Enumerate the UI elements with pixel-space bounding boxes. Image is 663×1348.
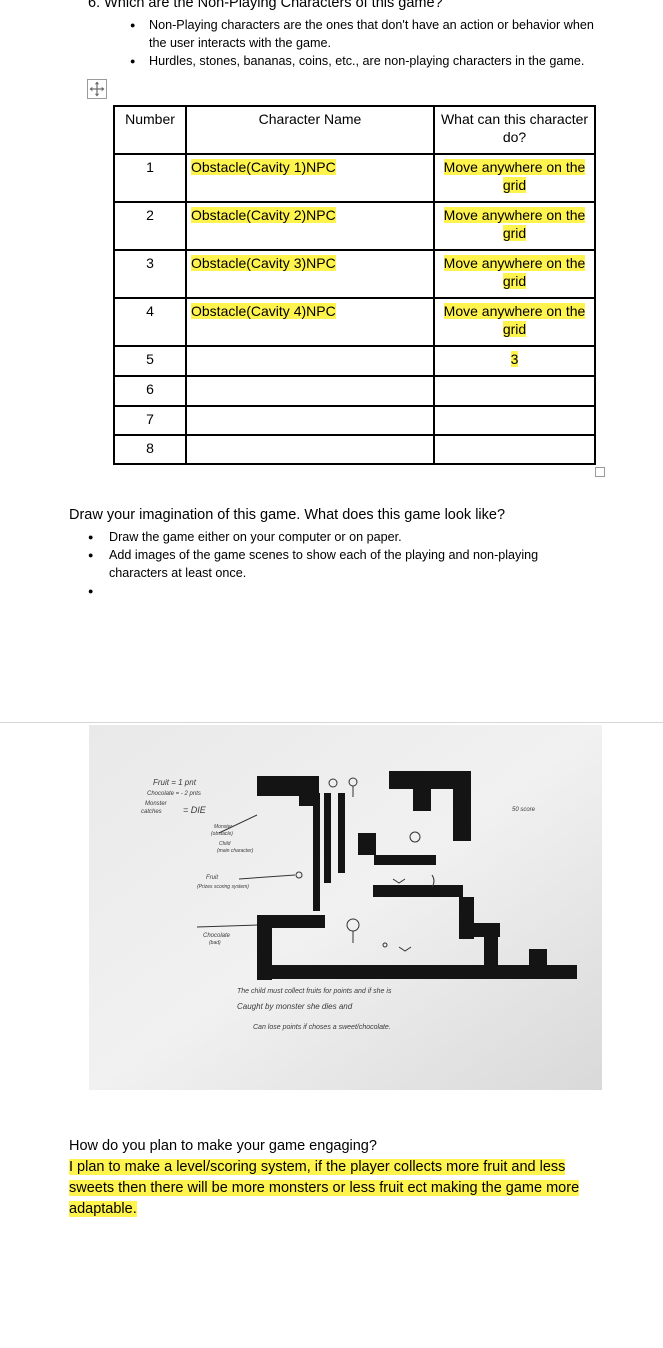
- cell-name: [185, 405, 435, 436]
- maze-wall: [324, 793, 331, 883]
- cell-number: 4: [113, 297, 187, 347]
- cell-action-text: Move anywhere on the grid: [443, 255, 586, 289]
- cell-action: Move anywhere on the grid: [433, 297, 596, 347]
- cell-action: Move anywhere on the grid: [433, 153, 596, 203]
- maze-wall: [453, 771, 471, 841]
- cell-name: Obstacle(Cavity 1)NPC: [185, 153, 435, 203]
- cell-name: Obstacle(Cavity 3)NPC: [185, 249, 435, 299]
- question-6-bullets: Non-Playing characters are the ones that…: [105, 16, 605, 70]
- photo-legend-fruit: Fruit = 1 pnt: [153, 778, 197, 787]
- photo-label-fruit: Fruit: [206, 875, 218, 881]
- cell-name: [185, 375, 435, 407]
- photo-legend-catches: catches: [141, 809, 162, 815]
- draw-section-bullets: Draw the game either on your computer or…: [69, 528, 589, 600]
- cell-number: 2: [113, 201, 187, 251]
- photo-legend-chocolate: Chocolate = - 2 pnts: [147, 791, 201, 797]
- cell-action: [433, 434, 596, 465]
- cell-action: Move anywhere on the grid: [433, 201, 596, 251]
- game-drawing-photo[interactable]: Fruit = 1 pnt Chocolate = - 2 pnts Monst…: [89, 725, 602, 1090]
- engagement-question: How do you plan to make your game engagi…: [69, 1138, 377, 1154]
- cell-number: 6: [113, 375, 187, 407]
- table-move-handle[interactable]: [87, 79, 107, 99]
- photo-label-monster-sub: (obstacle): [211, 831, 233, 837]
- table-row: 7: [113, 405, 596, 436]
- maze-wall: [484, 925, 498, 965]
- question-6-title: 6. Which are the Non-Playing Characters …: [88, 0, 443, 11]
- cell-name-text: Obstacle(Cavity 2)NPC: [191, 207, 336, 223]
- maze-wall: [459, 897, 474, 939]
- cell-action-text: Move anywhere on the grid: [443, 207, 586, 241]
- cell-number: 1: [113, 153, 187, 203]
- table-row: 5 3: [113, 345, 596, 377]
- maze-wall: [529, 949, 547, 969]
- maze-wall: [374, 855, 436, 865]
- bullet-item: Non-Playing characters are the ones that…: [105, 16, 605, 52]
- cell-name: [185, 434, 435, 465]
- cell-action: Move anywhere on the grid: [433, 249, 596, 299]
- table-row: 6: [113, 375, 596, 407]
- cell-name: Obstacle(Cavity 4)NPC: [185, 297, 435, 347]
- cell-name-text: Obstacle(Cavity 4)NPC: [191, 303, 336, 319]
- photo-label-child-sub: (main character): [217, 848, 254, 854]
- cell-action: [433, 375, 596, 407]
- table-row: 8: [113, 434, 596, 465]
- photo-label-chocolate: Chocolate: [203, 933, 231, 939]
- maze-wall: [373, 885, 463, 897]
- header-number: Number: [113, 105, 187, 155]
- draw-section-title: Draw your imagination of this game. What…: [69, 507, 506, 523]
- cell-number: 7: [113, 405, 187, 436]
- photo-label-monster: Monster: [214, 824, 232, 830]
- bullet-item-empty: [69, 582, 589, 600]
- cell-action: 3: [433, 345, 596, 377]
- game-sketch: Fruit = 1 pnt Chocolate = - 2 pnts Monst…: [89, 725, 602, 1090]
- table-header-row: Number Character Name What can this char…: [113, 105, 596, 155]
- cell-name-text: Obstacle(Cavity 1)NPC: [191, 159, 336, 175]
- cell-number: 3: [113, 249, 187, 299]
- photo-caption-line-1: The child must collect fruits for points…: [237, 988, 392, 995]
- cell-name-text: Obstacle(Cavity 3)NPC: [191, 255, 336, 271]
- photo-label-score: 50 score: [512, 807, 536, 813]
- cell-action-text: Move anywhere on the grid: [443, 303, 586, 337]
- header-character-action: What can this character do?: [433, 105, 596, 155]
- engagement-answer-text: I plan to make a level/scoring system, i…: [69, 1159, 580, 1217]
- page-break: [0, 722, 663, 723]
- maze-wall: [257, 915, 325, 928]
- maze-wall: [338, 793, 345, 873]
- table-row: 2 Obstacle(Cavity 2)NPC Move anywhere on…: [113, 201, 596, 251]
- engagement-answer: I plan to make a level/scoring system, i…: [69, 1157, 589, 1220]
- table-resize-handle[interactable]: [595, 467, 605, 477]
- cell-name: Obstacle(Cavity 2)NPC: [185, 201, 435, 251]
- cell-action: [433, 405, 596, 436]
- cell-number: 5: [113, 345, 187, 377]
- table-row: 4 Obstacle(Cavity 4)NPC Move anywhere on…: [113, 297, 596, 347]
- npc-table: Number Character Name What can this char…: [113, 105, 596, 465]
- bullet-item: Draw the game either on your computer or…: [69, 528, 589, 546]
- table-row: 3 Obstacle(Cavity 3)NPC Move anywhere on…: [113, 249, 596, 299]
- photo-label-chocolate-sub: (bad): [209, 940, 221, 946]
- cell-action-text: Move anywhere on the grid: [443, 159, 586, 193]
- photo-label-child: Child: [219, 841, 231, 847]
- photo-legend-die: = DIE: [183, 805, 207, 815]
- maze-wall: [413, 789, 431, 811]
- table-row: 1 Obstacle(Cavity 1)NPC Move anywhere on…: [113, 153, 596, 203]
- photo-caption-line-2: Caught by monster she dies and: [237, 1002, 353, 1011]
- bullet-item: Add images of the game scenes to show ea…: [69, 546, 589, 582]
- header-character-name: Character Name: [185, 105, 435, 155]
- move-icon: [89, 81, 105, 97]
- maze-wall: [313, 793, 320, 911]
- photo-label-fruit-sub: (Prizes scoring system): [197, 884, 249, 890]
- cell-number: 8: [113, 434, 187, 465]
- maze-wall: [358, 833, 376, 855]
- photo-caption-line-3: Can lose points if choses a sweet/chocol…: [253, 1024, 391, 1031]
- photo-legend-monster: Monster: [145, 801, 168, 807]
- bullet-item: Hurdles, stones, bananas, coins, etc., a…: [105, 52, 605, 70]
- cell-action-text: 3: [510, 351, 519, 367]
- cell-name: [185, 345, 435, 377]
